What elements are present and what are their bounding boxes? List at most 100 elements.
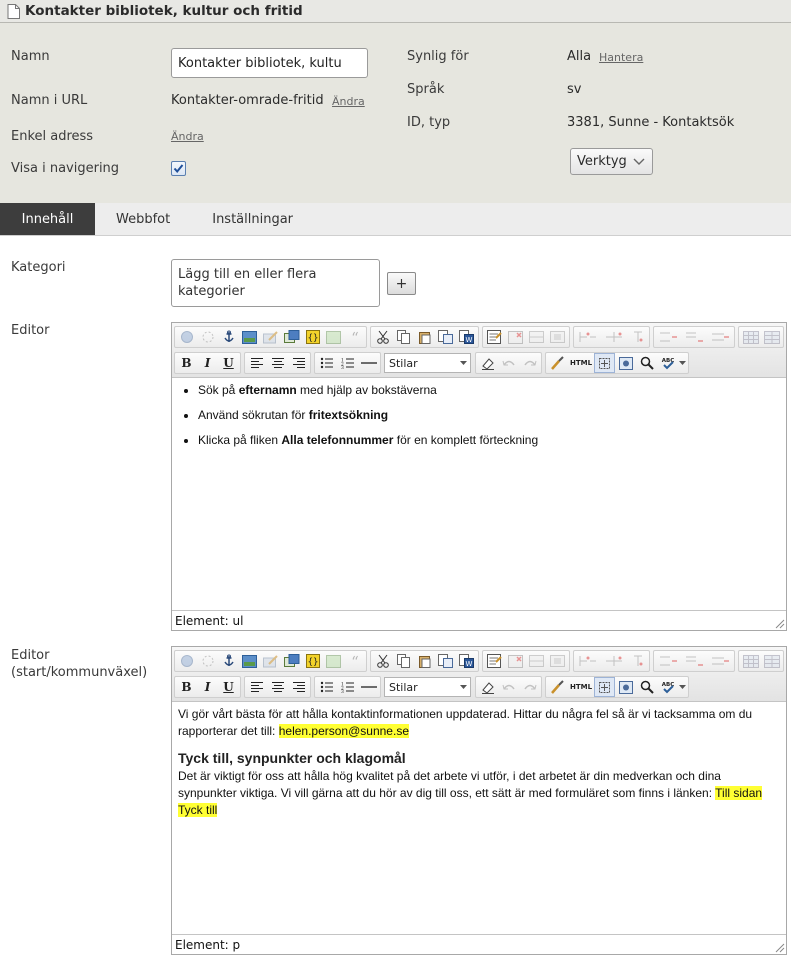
spellcheck-icon[interactable]: ABC: [657, 353, 678, 373]
gallery-icon[interactable]: [323, 651, 344, 671]
paste-word-icon[interactable]: W: [456, 651, 477, 671]
url-change-link[interactable]: Ändra: [332, 95, 365, 108]
merge-cells-icon[interactable]: [601, 327, 627, 347]
undo-icon[interactable]: [498, 677, 519, 697]
insert-row-before-icon[interactable]: [655, 651, 681, 671]
quote-icon[interactable]: “: [344, 327, 365, 347]
cleanup-icon[interactable]: [547, 677, 568, 697]
paste-text-icon[interactable]: [435, 651, 456, 671]
delete-row-icon[interactable]: [505, 651, 526, 671]
spellcheck-icon[interactable]: ABC: [657, 677, 678, 697]
paste-text-icon[interactable]: [435, 327, 456, 347]
spellcheck-menu-icon[interactable]: [678, 677, 687, 697]
split-cell-icon[interactable]: [575, 327, 601, 347]
split-cell-icon[interactable]: [575, 651, 601, 671]
table-props-icon[interactable]: [740, 651, 761, 671]
insert-table-icon[interactable]: [484, 651, 505, 671]
cell-props-icon[interactable]: [761, 651, 782, 671]
gallery-icon[interactable]: [323, 327, 344, 347]
align-center-icon[interactable]: [267, 353, 288, 373]
simple-address-change-link[interactable]: Ändra: [171, 130, 204, 143]
anchor-icon[interactable]: [218, 327, 239, 347]
preview-icon[interactable]: [615, 353, 636, 373]
insert-table-icon[interactable]: [484, 327, 505, 347]
delete-row-icon[interactable]: [505, 327, 526, 347]
align-center-icon[interactable]: [267, 677, 288, 697]
italic-button[interactable]: I: [197, 353, 218, 373]
quote-icon[interactable]: “: [344, 651, 365, 671]
tab-webfooter[interactable]: Webbfot: [95, 203, 191, 235]
preview-icon[interactable]: [615, 677, 636, 697]
editor2-content[interactable]: Vi gör vårt bästa för att hålla kontakti…: [172, 702, 786, 936]
merge-cells-icon[interactable]: [601, 651, 627, 671]
cell-props-icon[interactable]: [761, 327, 782, 347]
tab-content[interactable]: Innehåll: [0, 203, 95, 235]
table-props-icon[interactable]: [740, 327, 761, 347]
eraser-icon[interactable]: [477, 353, 498, 373]
table-cell-icon[interactable]: [547, 651, 568, 671]
underline-button[interactable]: U: [218, 677, 239, 697]
horizontal-rule-icon[interactable]: [358, 353, 379, 373]
italic-button[interactable]: I: [197, 677, 218, 697]
image-icon[interactable]: [239, 651, 260, 671]
undo-icon[interactable]: [498, 353, 519, 373]
paste-icon[interactable]: [414, 651, 435, 671]
paste-icon[interactable]: [414, 327, 435, 347]
insert-row-after-icon[interactable]: [681, 327, 707, 347]
search-icon[interactable]: [636, 677, 657, 697]
cut-icon[interactable]: [372, 651, 393, 671]
category-input[interactable]: Lägg till en eller flera kategorier: [171, 259, 380, 307]
spellcheck-menu-icon[interactable]: [678, 353, 687, 373]
copy-icon[interactable]: [393, 327, 414, 347]
tools-dropdown[interactable]: Verktyg: [570, 148, 653, 175]
edit-image-icon[interactable]: [260, 327, 281, 347]
link-icon[interactable]: [176, 327, 197, 347]
copy-icon[interactable]: [393, 651, 414, 671]
align-left-icon[interactable]: [246, 353, 267, 373]
column-icon[interactable]: [627, 651, 648, 671]
show-in-nav-checkbox[interactable]: [171, 161, 186, 176]
delete-column-icon[interactable]: [707, 327, 733, 347]
redo-icon[interactable]: [519, 677, 540, 697]
visual-aid-icon[interactable]: [594, 353, 615, 373]
edit-image-icon[interactable]: [260, 651, 281, 671]
visual-aid-icon[interactable]: [594, 677, 615, 697]
numbered-list-icon[interactable]: 123: [337, 677, 358, 697]
styles-dropdown[interactable]: Stilar: [384, 677, 471, 697]
add-category-button[interactable]: +: [387, 272, 416, 295]
link-icon[interactable]: [176, 651, 197, 671]
column-icon[interactable]: [627, 327, 648, 347]
delete-column-icon[interactable]: [707, 651, 733, 671]
resize-handle-icon[interactable]: [775, 943, 785, 953]
unlink-icon[interactable]: [197, 327, 218, 347]
name-input[interactable]: [171, 48, 368, 78]
code-icon[interactable]: {}: [302, 327, 323, 347]
image-icon[interactable]: [239, 327, 260, 347]
html-source-button[interactable]: HTML: [568, 353, 594, 373]
bold-button[interactable]: B: [176, 353, 197, 373]
eraser-icon[interactable]: [477, 677, 498, 697]
align-right-icon[interactable]: [288, 677, 309, 697]
bullet-list-icon[interactable]: [316, 677, 337, 697]
paste-word-icon[interactable]: W: [456, 327, 477, 347]
code-icon[interactable]: {}: [302, 651, 323, 671]
align-right-icon[interactable]: [288, 353, 309, 373]
bold-button[interactable]: B: [176, 677, 197, 697]
cut-icon[interactable]: [372, 327, 393, 347]
insert-row-after-icon[interactable]: [681, 651, 707, 671]
redo-icon[interactable]: [519, 353, 540, 373]
styles-dropdown[interactable]: Stilar: [384, 353, 471, 373]
search-icon[interactable]: [636, 353, 657, 373]
unlink-icon[interactable]: [197, 651, 218, 671]
email-link[interactable]: helen.person@sunne.se: [278, 724, 409, 738]
table-cell-icon[interactable]: [547, 327, 568, 347]
editor1-content[interactable]: Sök på efternamn med hjälp av bokstävern…: [172, 378, 786, 612]
insert-media-icon[interactable]: [281, 327, 302, 347]
tab-settings[interactable]: Inställningar: [191, 203, 314, 235]
horizontal-rule-icon[interactable]: [358, 677, 379, 697]
anchor-icon[interactable]: [218, 651, 239, 671]
table-row-icon[interactable]: [526, 327, 547, 347]
table-row-icon[interactable]: [526, 651, 547, 671]
insert-row-before-icon[interactable]: [655, 327, 681, 347]
html-source-button[interactable]: HTML: [568, 677, 594, 697]
